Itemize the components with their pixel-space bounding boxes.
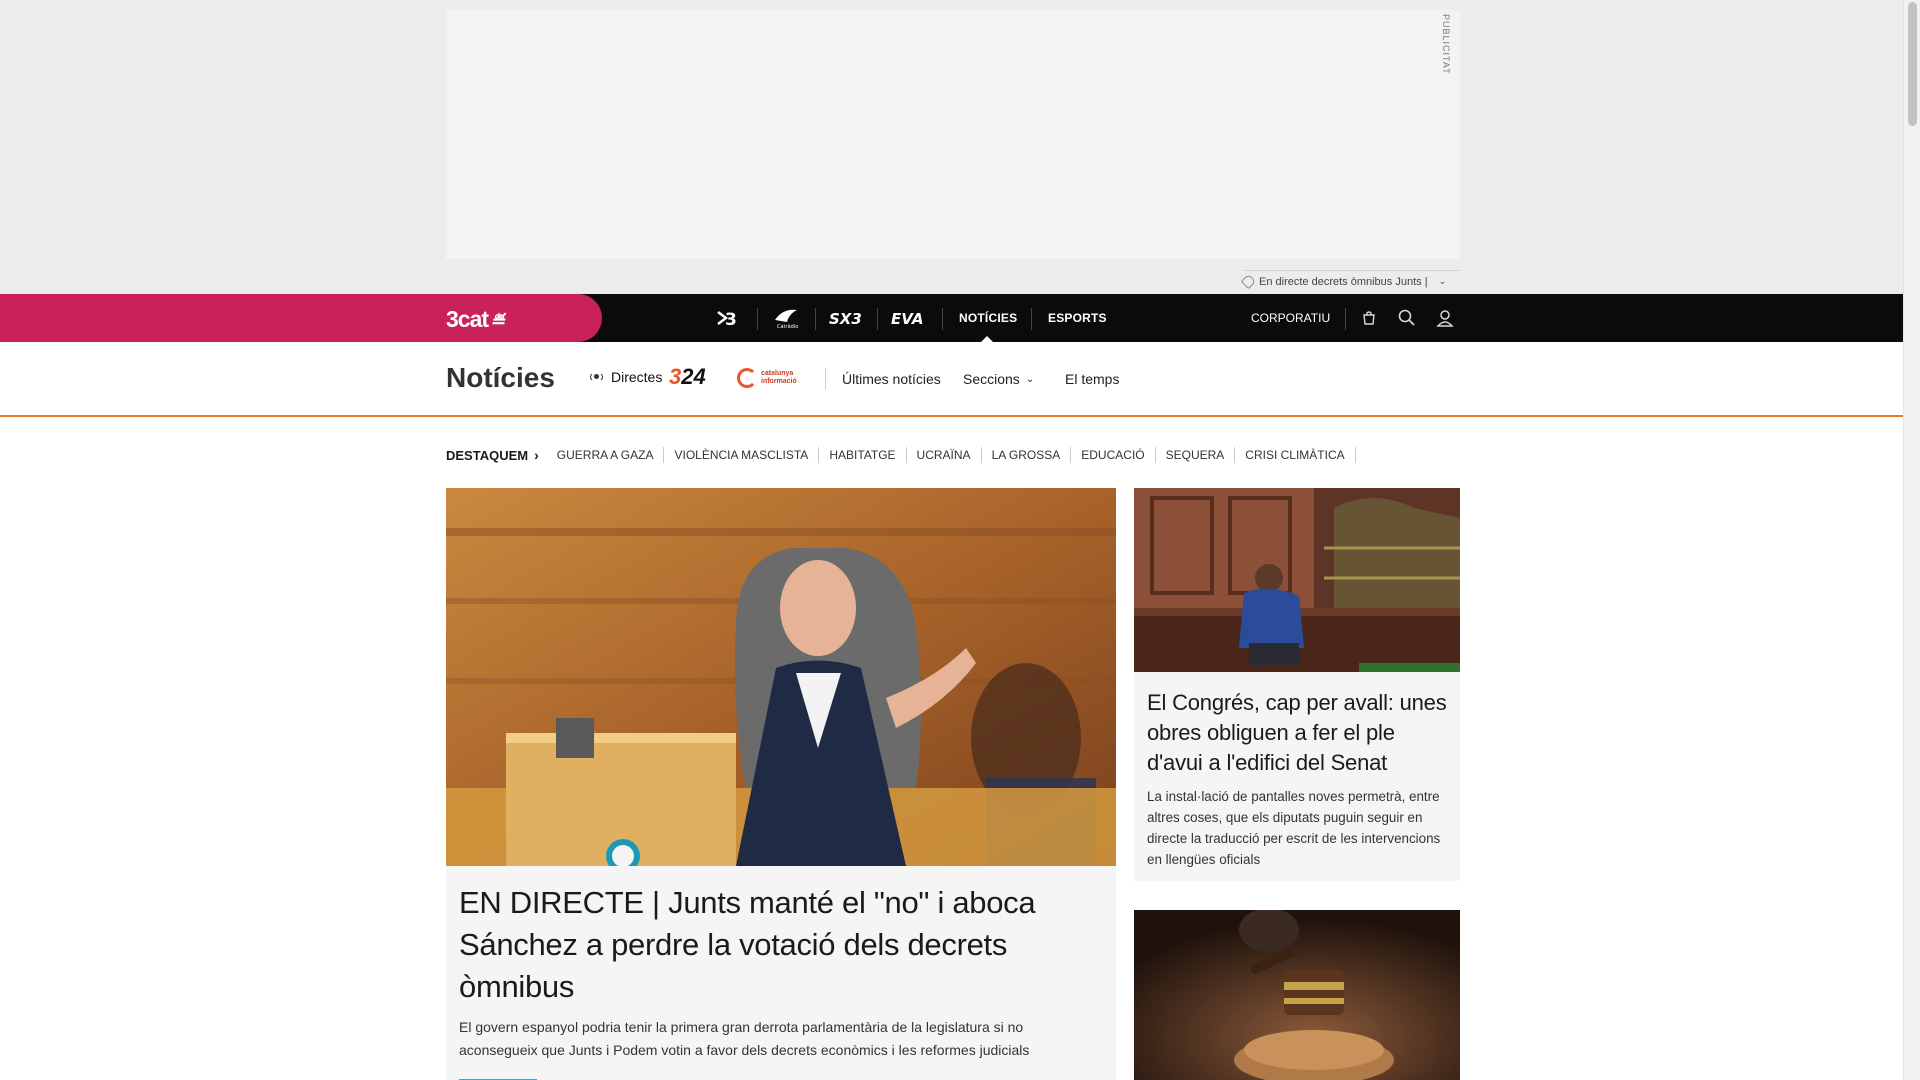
channel-catradio[interactable]: Catràdio (768, 294, 804, 342)
lead-story-image[interactable] (446, 488, 1116, 866)
live-ticker-text: En directe decrets òmnibus Junts | (1259, 275, 1428, 288)
catalunya-informacio-icon (737, 368, 757, 388)
topic-link[interactable]: UCRAÏNA (907, 447, 982, 463)
side-story-image[interactable] (1134, 488, 1460, 672)
channel-tv3[interactable]: 3 (712, 294, 746, 342)
logo-324-accent: 3 (669, 364, 682, 389)
destaquem-text: DESTAQUEM (446, 447, 529, 463)
topic-link[interactable]: SEQUERA (1156, 447, 1236, 463)
topic-link[interactable]: CRISI CLIMÀTICA (1235, 447, 1356, 463)
link-ultimes-noticies[interactable]: Últimes notícies (842, 371, 941, 387)
side-story-title[interactable]: El Congrés, cap per avall: unes obres ob… (1147, 688, 1452, 778)
topics-bar: DESTAQUEM › GUERRA A GAZA VIOLÈNCIA MASC… (446, 446, 1356, 464)
svg-text:Catràdio: Catràdio (777, 323, 798, 330)
ad-banner[interactable] (446, 10, 1460, 259)
nav-corporatiu[interactable]: CORPORATIU (1251, 294, 1330, 342)
lead-story-title[interactable]: EN DIRECTE | Junts manté el "no" i aboca… (459, 882, 1104, 1008)
live-ticker[interactable]: En directe decrets òmnibus Junts | ⌄ (1240, 270, 1460, 292)
svg-text:3: 3 (725, 310, 737, 328)
ci-line2: informació (761, 378, 797, 385)
catradio-logo-icon: Catràdio (775, 309, 798, 330)
topic-link[interactable]: VIOLÈNCIA MASCLISTA (664, 447, 820, 463)
ad-label: PUBLICITAT (1441, 14, 1451, 75)
eva-logo-icon: EVA (891, 310, 923, 327)
seccions-label: Seccions (963, 371, 1020, 387)
channel-sx3[interactable]: SX3 (826, 294, 866, 342)
lead-story-card[interactable]: EN DIRECTE | Junts manté el "no" i aboca… (446, 488, 1116, 1080)
destaquem-label[interactable]: DESTAQUEM › (446, 447, 539, 463)
directes-label: Directes (611, 369, 663, 385)
page-scrollbar[interactable] (1903, 0, 1920, 1080)
logo-catalunya-informacio[interactable]: catalunya informació (737, 368, 797, 388)
top-navigation: 3cat ≝ 3 Catràdio SX3 EVA NOTÍCIES ESPORT… (0, 294, 1903, 342)
channel-separator (815, 308, 816, 330)
logo-324[interactable]: 3 24 (669, 364, 706, 389)
channel-separator (877, 308, 878, 330)
topic-link[interactable]: EDUCACIÓ (1071, 447, 1156, 463)
brand-logo[interactable]: 3cat ≝ (446, 306, 505, 333)
nav-noticies[interactable]: NOTÍCIES (959, 294, 1017, 342)
topic-link[interactable]: LA GROSSA (982, 447, 1072, 463)
link-el-temps[interactable]: El temps (1065, 371, 1119, 387)
ad-zone: PUBLICITAT En directe decrets òmnibus Ju… (0, 0, 1903, 294)
scrollbar-thumb[interactable] (1908, 2, 1917, 126)
channel-eva[interactable]: EVA (888, 294, 928, 342)
side-story-summary: La instal·lació de pantalles noves perme… (1147, 789, 1441, 867)
side-story-card[interactable]: El Congrés, cap per avall: unes obres ob… (1134, 488, 1460, 881)
user-icon[interactable] (1433, 306, 1457, 330)
link-seccions[interactable]: Seccions ⌄ (963, 371, 1034, 387)
lead-story-summary: El govern espanyol podria tenir la prime… (459, 1019, 1030, 1058)
svg-text:EVA: EVA (891, 310, 923, 327)
brand-slash-icon: ≝ (490, 311, 505, 331)
side-story-text: El Congrés, cap per avall: unes obres ob… (1147, 688, 1452, 870)
nav-esports[interactable]: ESPORTS (1048, 294, 1107, 342)
topic-link[interactable]: HABITATGE (819, 447, 907, 463)
section-separator (825, 368, 826, 390)
channel-separator (757, 308, 758, 330)
brand-area (0, 294, 602, 342)
tv3-logo-icon: 3 (717, 310, 737, 328)
icon-separator (1345, 308, 1346, 330)
channel-separator (942, 308, 943, 330)
svg-text:SX3: SX3 (829, 310, 862, 327)
sx3-logo-icon: SX3 (829, 310, 862, 327)
ci-line1: catalunya (761, 370, 794, 377)
chevron-down-icon: ⌄ (1025, 373, 1035, 385)
brand-logo-text: 3cat (446, 306, 489, 332)
topic-link[interactable]: GUERRA A GAZA (547, 447, 665, 463)
tag-icon (1240, 273, 1257, 290)
section-bar: Notícies Directes 3 24 catalunya informac… (0, 342, 1903, 417)
catalunya-informacio-text: catalunya informació (761, 370, 797, 386)
nav-separator (1031, 308, 1032, 330)
section-title[interactable]: Notícies (446, 362, 555, 394)
search-icon[interactable] (1395, 306, 1419, 330)
side-story-2-image[interactable] (1134, 910, 1460, 1080)
lead-story-text: EN DIRECTE | Junts manté el "no" i aboca… (459, 882, 1104, 1062)
chevron-down-icon[interactable]: ⌄ (1439, 276, 1447, 287)
chevron-right-icon: › (534, 447, 539, 463)
shopping-bag-icon[interactable] (1357, 306, 1381, 330)
directes-link[interactable]: Directes (590, 369, 662, 385)
logo-324-rest: 24 (681, 364, 706, 389)
live-broadcast-icon (590, 372, 603, 382)
